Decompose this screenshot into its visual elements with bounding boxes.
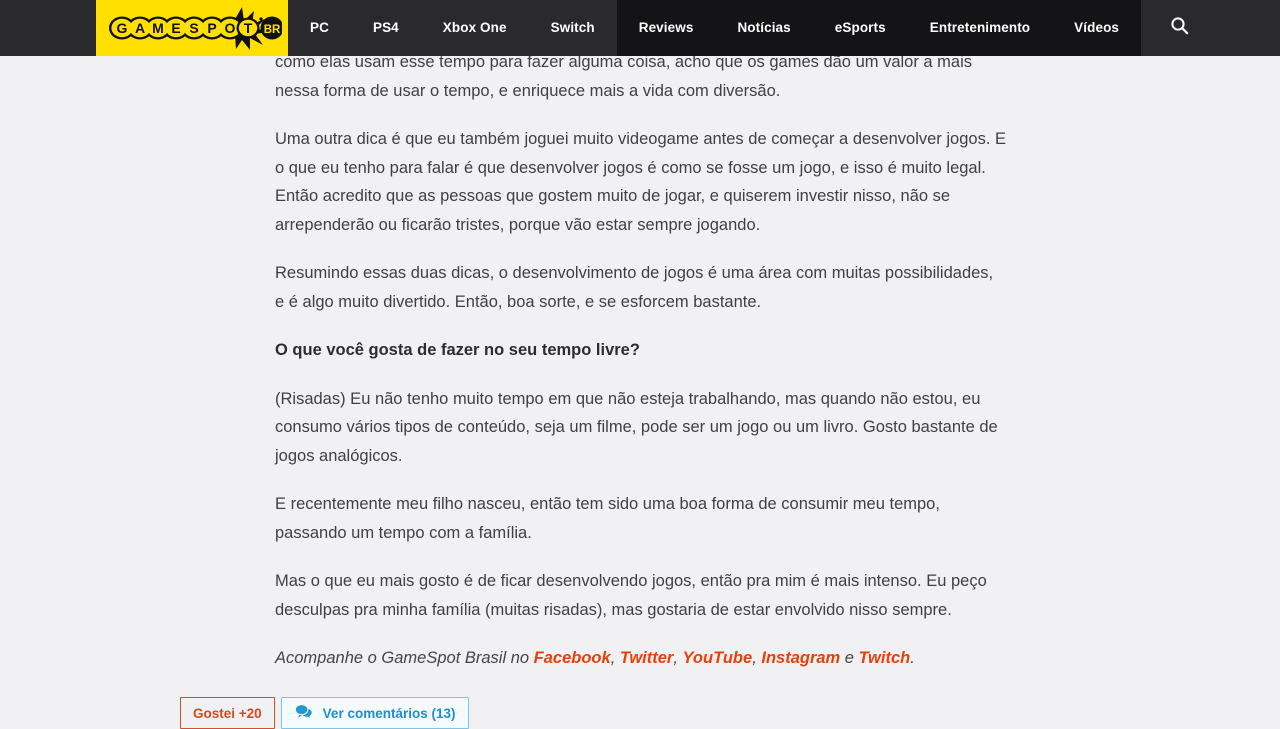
gamespot-br-logo[interactable]: G A M E S P O T BR bbox=[96, 0, 288, 56]
view-comments-button[interactable]: Ver comentários (13) bbox=[280, 697, 470, 729]
nav-item-switch[interactable]: Switch bbox=[529, 0, 617, 56]
svg-text:A: A bbox=[135, 20, 145, 36]
nav-item-xbox-one[interactable]: Xbox One bbox=[421, 0, 529, 56]
social-link-youtube[interactable]: YouTube bbox=[683, 649, 753, 667]
nav-item-reviews[interactable]: Reviews bbox=[617, 0, 716, 56]
comments-bubble-icon bbox=[294, 704, 315, 722]
article-paragraph: como elas usam esse tempo para fazer alg… bbox=[275, 53, 973, 100]
interview-question-heading: O que você gosta de fazer no seu tempo l… bbox=[275, 341, 640, 359]
nav-item-videos[interactable]: Vídeos bbox=[1052, 0, 1141, 56]
svg-text:S: S bbox=[189, 20, 198, 36]
article-paragraph: Resumindo essas duas dicas, o desenvolvi… bbox=[275, 264, 994, 311]
article-body: como elas usam esse tempo para fazer alg… bbox=[275, 48, 1006, 673]
separator: , bbox=[752, 649, 762, 667]
like-button-label: Gostei +20 bbox=[193, 705, 262, 721]
svg-text:M: M bbox=[152, 20, 164, 36]
nav-item-esports[interactable]: eSports bbox=[813, 0, 908, 56]
article-paragraph: (Risadas) Eu não tenho muito tempo em qu… bbox=[275, 389, 998, 465]
search-icon bbox=[1170, 16, 1189, 40]
follow-prefix: Acompanhe o GameSpot Brasil no bbox=[275, 649, 534, 667]
separator: e bbox=[840, 649, 859, 667]
header-right-area bbox=[1141, 0, 1280, 56]
svg-text:E: E bbox=[171, 20, 180, 36]
search-button[interactable] bbox=[1157, 0, 1201, 56]
main-navigation: PC PS4 Xbox One Switch Reviews Notícias … bbox=[288, 0, 1142, 56]
site-header: G A M E S P O T BR PC PS4 Xbox One Switc… bbox=[0, 0, 1280, 56]
nav-item-ps4[interactable]: PS4 bbox=[351, 0, 421, 56]
svg-text:BR: BR bbox=[264, 24, 281, 36]
separator: , bbox=[610, 649, 620, 667]
article-action-bar: Gostei +20 Ver comentários (13) bbox=[180, 697, 470, 729]
view-comments-label: Ver comentários (13) bbox=[322, 705, 456, 721]
nav-item-noticias[interactable]: Notícias bbox=[715, 0, 812, 56]
editorial-nav-group: Reviews Notícias eSports Entretenimento … bbox=[616, 0, 1142, 56]
like-button[interactable]: Gostei +20 bbox=[180, 697, 275, 729]
article-paragraph: Mas o que eu mais gosto é de ficar desen… bbox=[275, 572, 987, 619]
article-paragraph: Uma outra dica é que eu também joguei mu… bbox=[275, 130, 1006, 234]
social-link-facebook[interactable]: Facebook bbox=[534, 649, 611, 667]
separator: . bbox=[910, 649, 915, 667]
separator: , bbox=[673, 649, 683, 667]
svg-text:O: O bbox=[225, 20, 236, 36]
social-link-twitter[interactable]: Twitter bbox=[620, 649, 673, 667]
svg-text:T: T bbox=[244, 20, 253, 36]
follow-us-line: Acompanhe o GameSpot Brasil no Facebook,… bbox=[275, 644, 1006, 673]
header-left-spacer bbox=[0, 0, 96, 56]
article-paragraph: E recentemente meu filho nasceu, então t… bbox=[275, 495, 940, 542]
nav-item-pc[interactable]: PC bbox=[288, 0, 351, 56]
platform-nav-group: PC PS4 Xbox One Switch bbox=[288, 0, 617, 56]
social-link-twitch[interactable]: Twitch bbox=[859, 649, 911, 667]
nav-item-entretenimento[interactable]: Entretenimento bbox=[908, 0, 1052, 56]
svg-text:G: G bbox=[117, 20, 128, 36]
social-link-instagram[interactable]: Instagram bbox=[761, 649, 840, 667]
article-container: como elas usam esse tempo para fazer alg… bbox=[0, 0, 1280, 693]
svg-text:P: P bbox=[207, 20, 216, 36]
